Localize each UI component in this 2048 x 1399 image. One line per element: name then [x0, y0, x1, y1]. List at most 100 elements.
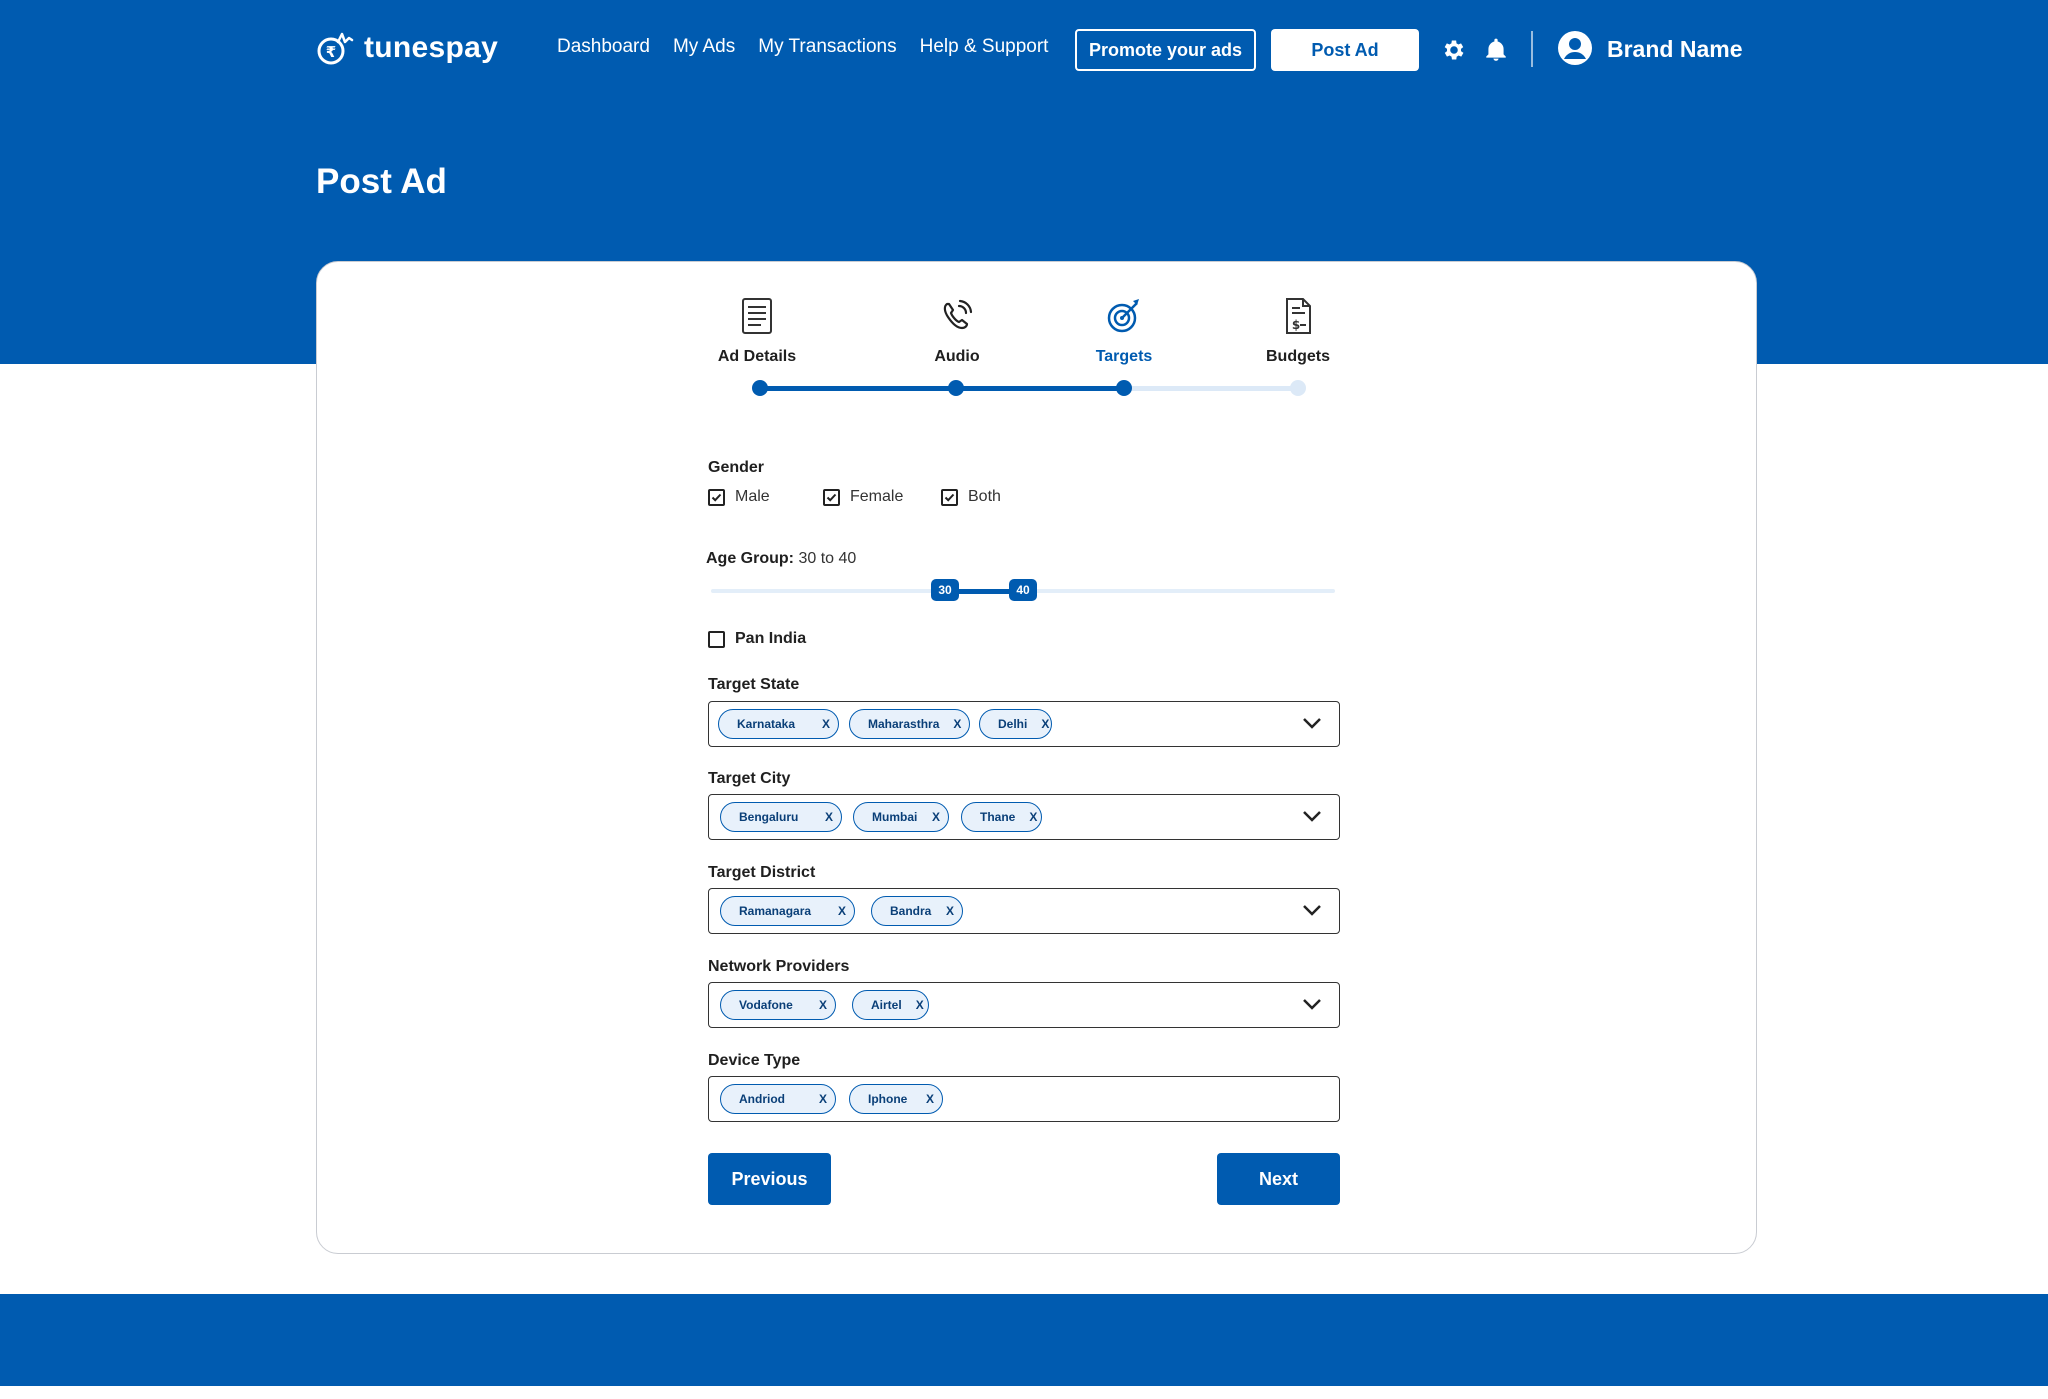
checkmark-icon	[711, 493, 722, 502]
target-district-select[interactable]: Ramanagara X Bandra X	[708, 888, 1340, 934]
target-city-label: Target City	[708, 770, 791, 787]
chip-remove-button[interactable]: X	[1029, 810, 1037, 824]
device-type-select[interactable]: Andriod X Iphone X	[708, 1076, 1340, 1122]
gender-male-option[interactable]: Male	[708, 488, 770, 506]
step-dot-targets	[1116, 380, 1132, 396]
chip-label: Vodafone	[739, 998, 793, 1012]
chip-remove-button[interactable]: X	[926, 1092, 934, 1106]
logo-text: tunespay	[364, 31, 499, 64]
network-providers-select[interactable]: Vodafone X Airtel X	[708, 982, 1340, 1028]
both-checkbox[interactable]	[941, 488, 958, 506]
age-group-value: 30 to 40	[798, 550, 857, 567]
checkmark-icon	[944, 493, 955, 502]
page-title: Post Ad	[316, 162, 447, 201]
female-label: Female	[850, 488, 904, 505]
bell-icon[interactable]	[1483, 37, 1509, 63]
stepper-progress-track	[760, 386, 1124, 391]
step-dot-budgets	[1290, 380, 1306, 396]
gender-female-option[interactable]: Female	[823, 488, 903, 506]
nav-my-transactions[interactable]: My Transactions	[758, 36, 896, 58]
chip-thane: Thane X	[961, 802, 1042, 832]
next-button[interactable]: Next	[1217, 1153, 1340, 1205]
pan-india-checkbox[interactable]	[708, 630, 725, 648]
svg-text:$: $	[1292, 318, 1300, 332]
chip-remove-button[interactable]: X	[825, 810, 833, 824]
target-district-label: Target District	[708, 864, 816, 881]
male-label: Male	[735, 488, 770, 505]
chevron-down-icon[interactable]	[1301, 902, 1323, 918]
target-city-select[interactable]: Bengaluru X Mumbai X Thane X	[708, 794, 1340, 840]
invoice-icon: $	[1286, 298, 1311, 334]
chip-remove-button[interactable]: X	[916, 998, 924, 1012]
chevron-down-icon[interactable]	[1301, 808, 1323, 824]
checkmark-icon	[826, 493, 837, 502]
step-dot-ad-details	[752, 380, 768, 396]
pan-india-label: Pan India	[735, 630, 807, 647]
top-navbar: ₹ tunespay Dashboard My Ads My Transacti…	[0, 0, 2048, 100]
chip-remove-button[interactable]: X	[838, 904, 846, 918]
nav-dashboard[interactable]: Dashboard	[557, 36, 650, 58]
chip-label: Bandra	[890, 904, 932, 918]
logo[interactable]: ₹ tunespay	[316, 30, 498, 66]
chip-iphone: Iphone X	[849, 1084, 943, 1114]
male-checkbox[interactable]	[708, 488, 725, 506]
chevron-down-icon[interactable]	[1301, 996, 1323, 1012]
step-targets[interactable]: Targets	[1054, 296, 1194, 366]
chip-ramanagara: Ramanagara X	[720, 896, 855, 926]
chip-maharasthra: Maharasthra X	[849, 709, 970, 739]
user-name[interactable]: Brand Name	[1607, 36, 1742, 63]
chip-remove-button[interactable]: X	[822, 717, 830, 731]
previous-button[interactable]: Previous	[708, 1153, 831, 1205]
chip-remove-button[interactable]: X	[946, 904, 954, 918]
age-group-heading: Age Group: 30 to 40	[706, 550, 856, 568]
chip-andriod: Andriod X	[720, 1084, 836, 1114]
nav-my-ads[interactable]: My Ads	[673, 36, 735, 58]
female-checkbox[interactable]	[823, 488, 840, 506]
chip-label: Andriod	[739, 1092, 785, 1106]
chip-label: Bengaluru	[739, 810, 799, 824]
header-divider	[1531, 31, 1533, 67]
chip-remove-button[interactable]: X	[932, 810, 940, 824]
logo-mark-icon: ₹	[317, 32, 354, 65]
step-audio[interactable]: Audio	[887, 296, 1027, 366]
user-avatar-icon[interactable]	[1557, 30, 1593, 66]
age-group-label: Age Group:	[706, 550, 794, 567]
target-state-label: Target State	[708, 676, 800, 693]
chip-remove-button[interactable]: X	[1041, 717, 1049, 731]
chip-airtel: Airtel X	[852, 990, 929, 1020]
chip-bengaluru: Bengaluru X	[720, 802, 842, 832]
chip-delhi: Delhi X	[979, 709, 1052, 739]
step-label: Targets	[1095, 348, 1153, 365]
network-providers-label: Network Providers	[708, 958, 850, 975]
promote-ads-button[interactable]: Promote your ads	[1075, 29, 1256, 71]
target-state-select[interactable]: Karnataka X Maharasthra X Delhi X	[708, 701, 1340, 747]
document-icon	[742, 298, 772, 334]
chip-remove-button[interactable]: X	[819, 998, 827, 1012]
chip-remove-button[interactable]: X	[953, 717, 961, 731]
step-ad-details[interactable]: Ad Details	[687, 296, 827, 366]
age-min-thumb[interactable]: 30	[931, 579, 959, 601]
chip-vodafone: Vodafone X	[720, 990, 836, 1020]
chip-label: Airtel	[871, 998, 902, 1012]
target-icon	[1107, 299, 1139, 333]
chip-remove-button[interactable]: X	[819, 1092, 827, 1106]
gender-both-option[interactable]: Both	[941, 488, 1001, 506]
chevron-down-icon[interactable]	[1301, 715, 1323, 731]
chip-label: Mumbai	[872, 810, 918, 824]
chip-bandra: Bandra X	[871, 896, 963, 926]
chip-label: Thane	[980, 810, 1016, 824]
step-dot-audio	[948, 380, 964, 396]
age-max-thumb[interactable]: 40	[1009, 579, 1037, 601]
device-type-label: Device Type	[708, 1052, 801, 1069]
pan-india-option[interactable]: Pan India	[708, 630, 806, 648]
gear-icon[interactable]	[1441, 37, 1467, 63]
chip-label: Delhi	[998, 717, 1028, 731]
chip-mumbai: Mumbai X	[853, 802, 949, 832]
chip-label: Iphone	[868, 1092, 908, 1106]
gender-label: Gender	[708, 459, 765, 476]
post-ad-button[interactable]: Post Ad	[1271, 29, 1419, 71]
step-label: Budgets	[1266, 348, 1330, 365]
nav-help-support[interactable]: Help & Support	[920, 36, 1049, 58]
main-nav: Dashboard My Ads My Transactions Help & …	[557, 36, 1048, 58]
step-budgets[interactable]: $ Budgets	[1228, 296, 1368, 366]
